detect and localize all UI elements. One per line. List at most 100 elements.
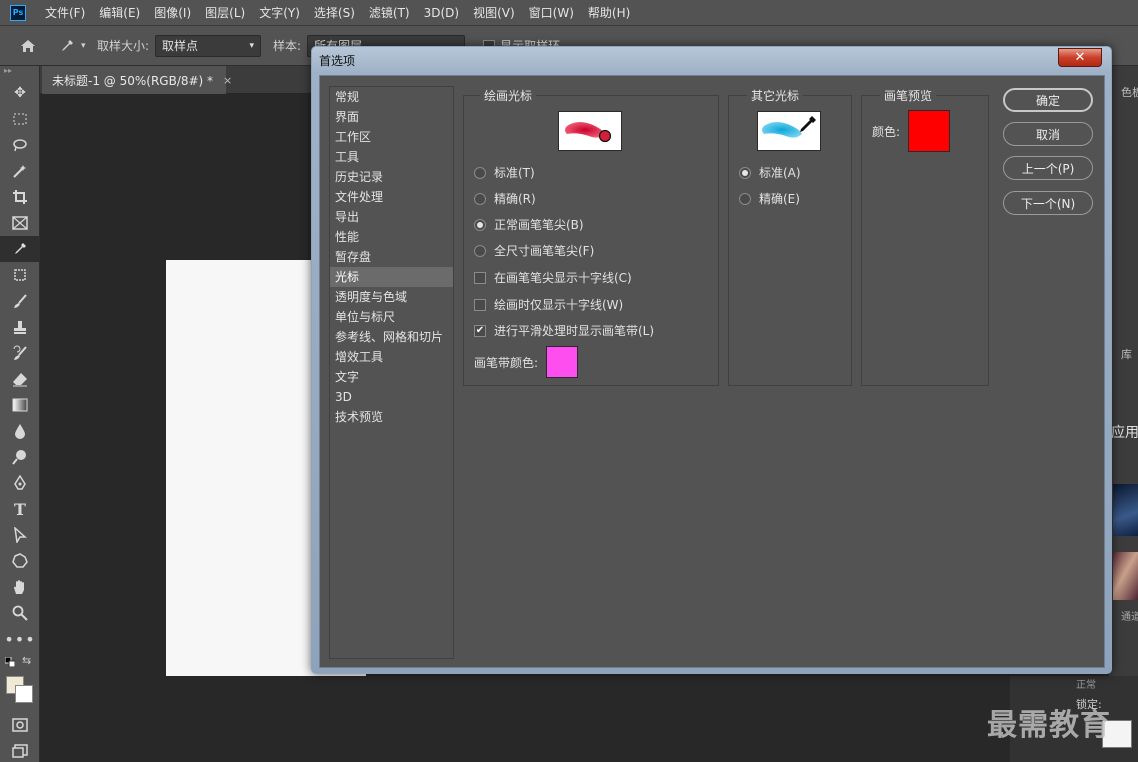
color-swatches: ⇆ <box>0 652 40 712</box>
category-type[interactable]: 文字 <box>330 367 453 387</box>
lasso-tool-icon[interactable] <box>0 132 40 158</box>
channels-panel-tab[interactable]: 通道 <box>1121 608 1138 623</box>
blur-tool-icon[interactable] <box>0 418 40 444</box>
brush-leash-color-swatch[interactable] <box>546 346 579 378</box>
move-tool-icon[interactable]: ✥ <box>0 80 40 106</box>
menu-type[interactable]: 文字(Y) <box>252 0 307 26</box>
background-color-swatch[interactable] <box>15 685 33 703</box>
radio-circle <box>474 166 486 179</box>
screen-mode-icon[interactable] <box>0 738 40 762</box>
category-plugins[interactable]: 增效工具 <box>330 347 453 367</box>
document-tab[interactable]: 未标题-1 @ 50%(RGB/8#) * × <box>42 66 232 94</box>
show-brush-leash-checkbox[interactable]: ✔ 进行平滑处理时显示画笔带(L) <box>474 322 654 339</box>
category-export[interactable]: 导出 <box>330 207 453 227</box>
checkbox-checked: ✔ <box>474 324 486 337</box>
marquee-tool-icon[interactable] <box>0 106 40 132</box>
menu-window[interactable]: 窗口(W) <box>522 0 581 26</box>
other-cursors-title: 其它光标 <box>747 87 804 104</box>
default-colors-icon[interactable] <box>4 656 16 668</box>
watermark-text: 最需教育 <box>987 708 1111 743</box>
only-crosshair-while-painting-checkbox[interactable]: 绘画时仅显示十字线(W) <box>474 296 623 313</box>
category-3d[interactable]: 3D <box>330 387 453 407</box>
sample-size-select[interactable]: 取样点 ▾ <box>155 34 262 57</box>
custom-shape-tool-icon[interactable] <box>0 548 40 574</box>
menu-layer[interactable]: 图层(L) <box>198 0 252 26</box>
quick-mask-icon[interactable] <box>0 712 40 738</box>
frame-tool-icon[interactable] <box>0 210 40 236</box>
type-tool-icon[interactable]: T <box>0 496 40 522</box>
menu-view[interactable]: 视图(V) <box>466 0 522 26</box>
category-file-handling[interactable]: 文件处理 <box>330 187 453 207</box>
category-technology-previews[interactable]: 技术预览 <box>330 407 453 427</box>
painting-cursor-normal-tip-radio[interactable]: 正常画笔笔尖(B) <box>474 216 584 233</box>
toolbox-collapse-icon[interactable]: ▸▸ <box>0 66 39 80</box>
ok-button[interactable]: 确定 <box>1003 88 1093 112</box>
category-workspace[interactable]: 工作区 <box>330 127 453 147</box>
eyedropper-icon <box>62 39 73 51</box>
other-cursor-precise-radio[interactable]: 精确(E) <box>739 190 800 207</box>
other-cursor-preview <box>757 111 821 151</box>
category-list: 常规 界面 工作区 工具 历史记录 文件处理 导出 性能 暂存盘 光标 透明度与… <box>329 86 454 659</box>
more-tools-icon[interactable]: ••• <box>0 626 40 652</box>
brush-preview-color-swatch[interactable] <box>908 110 951 152</box>
chevron-down-icon: ▾ <box>249 40 255 51</box>
category-scratch-disks[interactable]: 暂存盘 <box>330 247 453 267</box>
history-brush-tool-icon[interactable] <box>0 340 40 366</box>
close-icon[interactable]: ✕ <box>1058 48 1102 67</box>
other-cursor-standard-label: 标准(A) <box>759 166 801 180</box>
next-button[interactable]: 下一个(N) <box>1003 191 1093 215</box>
close-tab-icon[interactable]: × <box>223 74 232 87</box>
painting-cursor-full-size-tip-radio[interactable]: 全尺寸画笔笔尖(F) <box>474 242 594 259</box>
eyedropper-preset-picker[interactable]: ▾ <box>59 35 89 57</box>
menu-3d[interactable]: 3D(D) <box>417 0 466 26</box>
other-cursor-standard-radio[interactable]: 标准(A) <box>739 164 801 181</box>
previous-button[interactable]: 上一个(P) <box>1003 156 1093 180</box>
category-history-log[interactable]: 历史记录 <box>330 167 453 187</box>
dodge-tool-icon[interactable] <box>0 444 40 470</box>
radio-circle <box>739 192 751 205</box>
painting-cursor-precise-radio[interactable]: 精确(R) <box>474 190 536 207</box>
gradient-tool-icon[interactable] <box>0 392 40 418</box>
home-icon[interactable] <box>15 33 41 59</box>
stamp-tool-icon[interactable] <box>0 314 40 340</box>
menu-edit[interactable]: 编辑(E) <box>92 0 147 26</box>
menu-help[interactable]: 帮助(H) <box>581 0 637 26</box>
category-tools[interactable]: 工具 <box>330 147 453 167</box>
category-interface[interactable]: 界面 <box>330 107 453 127</box>
menu-file[interactable]: 文件(F) <box>38 0 92 26</box>
category-general[interactable]: 常规 <box>330 87 453 107</box>
swatches-panel-tab[interactable]: 色板 <box>1121 84 1138 100</box>
painting-cursor-preview <box>558 111 622 151</box>
category-cursors[interactable]: 光标 <box>330 267 453 287</box>
path-selection-tool-icon[interactable] <box>0 522 40 548</box>
hand-tool-icon[interactable] <box>0 574 40 600</box>
category-units-rulers[interactable]: 单位与标尺 <box>330 307 453 327</box>
menu-filter[interactable]: 滤镜(T) <box>362 0 417 26</box>
brush-leash-color-row: 画笔带颜色: <box>474 346 579 378</box>
painting-cursor-standard-radio[interactable]: 标准(T) <box>474 164 535 181</box>
sample-label: 样本: <box>273 39 302 53</box>
eraser-tool-icon[interactable] <box>0 366 40 392</box>
chevron-down-icon: ▾ <box>81 40 86 51</box>
eyedropper-tool-icon[interactable] <box>0 236 40 262</box>
crop-tool-icon[interactable] <box>0 184 40 210</box>
libraries-panel-tab[interactable]: 库 <box>1121 346 1132 362</box>
painting-cursors-group: 绘画光标 标准(T) 精确(R) 正常画笔笔尖(B) 全尺寸画笔笔尖(F) 在画… <box>463 87 719 386</box>
swap-colors-icon[interactable]: ⇆ <box>22 654 31 667</box>
category-transparency-gamut[interactable]: 透明度与色域 <box>330 287 453 307</box>
library-thumbnail-night[interactable] <box>1113 484 1138 536</box>
brush-tool-icon[interactable] <box>0 288 40 314</box>
magic-wand-tool-icon[interactable] <box>0 158 40 184</box>
library-thumbnail-flowers[interactable] <box>1113 552 1138 600</box>
blend-mode-label[interactable]: 正常 <box>1076 676 1096 691</box>
zoom-tool-icon[interactable] <box>0 600 40 626</box>
pen-tool-icon[interactable] <box>0 470 40 496</box>
menu-select[interactable]: 选择(S) <box>307 0 362 26</box>
category-guides-grid-slices[interactable]: 参考线、网格和切片 <box>330 327 453 347</box>
menu-image[interactable]: 图像(I) <box>147 0 198 26</box>
healing-brush-tool-icon[interactable] <box>0 262 40 288</box>
show-crosshair-in-tip-checkbox[interactable]: 在画笔笔尖显示十字线(C) <box>474 269 632 286</box>
category-performance[interactable]: 性能 <box>330 227 453 247</box>
menu-bar: Ps 文件(F) 编辑(E) 图像(I) 图层(L) 文字(Y) 选择(S) 滤… <box>0 0 1138 26</box>
cancel-button[interactable]: 取消 <box>1003 122 1093 146</box>
